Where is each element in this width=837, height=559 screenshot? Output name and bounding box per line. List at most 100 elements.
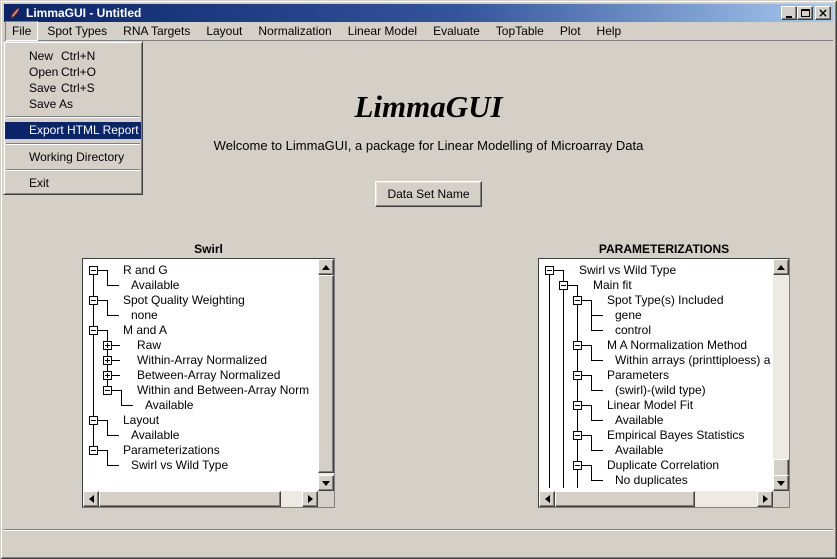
tree-node[interactable]: gene	[542, 308, 773, 323]
minus-icon	[561, 285, 566, 286]
tree-node[interactable]: control	[542, 323, 773, 338]
tree-line	[591, 480, 603, 481]
menubar-item-plot[interactable]: Plot	[553, 21, 588, 41]
scrollbar-thumb[interactable]	[555, 491, 695, 507]
tree-node[interactable]: none	[86, 308, 318, 323]
tree-expand-box[interactable]	[89, 326, 98, 335]
tree-expand-box[interactable]	[89, 446, 98, 455]
menubar-item-evaluate[interactable]: Evaluate	[426, 21, 487, 41]
scroll-right-button[interactable]	[757, 491, 773, 507]
tree-line	[107, 270, 108, 278]
tree-node[interactable]: Within-Array Normalized	[86, 353, 318, 368]
menu-item-working-directory[interactable]: Working Directory	[4, 149, 142, 165]
tree-node[interactable]: Swirl vs Wild Type	[86, 458, 318, 473]
menubar-item-rna-targets[interactable]: RNA Targets	[116, 21, 197, 41]
menubar-item-spot-types[interactable]: Spot Types	[40, 21, 114, 41]
tree-expand-box[interactable]	[559, 281, 568, 290]
tree-node[interactable]: Between-Array Normalized	[86, 368, 318, 383]
scrollbar-track[interactable]	[773, 275, 789, 475]
menubar-item-help[interactable]: Help	[590, 21, 629, 41]
scroll-up-button[interactable]	[773, 259, 789, 275]
menubar-item-file[interactable]: File	[5, 21, 38, 41]
tree-expand-box[interactable]	[573, 461, 582, 470]
tree-node[interactable]: Raw	[86, 338, 318, 353]
tree-line	[107, 300, 108, 308]
tree-expand-box[interactable]	[573, 296, 582, 305]
menu-item-save-as[interactable]: Save As	[4, 96, 142, 112]
scrollbar-thumb[interactable]	[318, 275, 334, 473]
close-button[interactable]: ×	[815, 6, 831, 20]
scroll-left-button[interactable]	[83, 491, 99, 507]
tree-expand-box[interactable]	[573, 401, 582, 410]
scroll-down-button[interactable]	[773, 475, 789, 491]
menu-item-save[interactable]: SaveCtrl+S	[4, 80, 142, 96]
tree-node[interactable]: Layout	[86, 413, 318, 428]
tree-node-label: Available	[131, 279, 179, 292]
menubar-item-linear-model[interactable]: Linear Model	[341, 21, 424, 41]
menu-item-exit[interactable]: Exit	[4, 175, 142, 191]
scroll-down-button[interactable]	[318, 475, 334, 491]
tree-node[interactable]: Parameterizations	[86, 443, 318, 458]
menubar-item-layout[interactable]: Layout	[199, 21, 249, 41]
tree-expand-box[interactable]	[89, 296, 98, 305]
scrollbar-corner	[773, 491, 789, 507]
tree-node[interactable]: Available	[542, 413, 773, 428]
tree-line	[549, 278, 550, 293]
tree-expand-box[interactable]	[573, 371, 582, 380]
tree-expand-box[interactable]	[103, 371, 112, 380]
tree-expand-box[interactable]	[103, 386, 112, 395]
minimize-button[interactable]	[781, 6, 797, 20]
tree-expand-box[interactable]	[103, 356, 112, 365]
menu-item-label: Export HTML Report	[29, 122, 139, 139]
tree-expand-box[interactable]	[89, 266, 98, 275]
tree-line	[577, 308, 578, 323]
scroll-up-button[interactable]	[318, 259, 334, 275]
tree-node[interactable]: Linear Model Fit	[542, 398, 773, 413]
treeview[interactable]: R and GAvailableSpot Quality Weightingno…	[83, 259, 318, 491]
maximize-button[interactable]	[797, 6, 813, 20]
tree-node[interactable]: Duplicate Correlation	[542, 458, 773, 473]
tree-node[interactable]: Available	[86, 428, 318, 443]
minimize-icon	[786, 16, 792, 18]
scrollbar-thumb[interactable]	[99, 491, 281, 507]
tree-node[interactable]: Within arrays (printtiploess) a	[542, 353, 773, 368]
scrollbar-track[interactable]	[318, 275, 334, 475]
menu-item-new[interactable]: NewCtrl+N	[4, 48, 142, 64]
tree-node[interactable]: Empirical Bayes Statistics	[542, 428, 773, 443]
tree-expand-box[interactable]	[573, 341, 582, 350]
scrollbar-track[interactable]	[99, 491, 302, 507]
tree-line	[549, 293, 550, 308]
tree-expand-box[interactable]	[103, 341, 112, 350]
tree-node[interactable]: Available	[542, 443, 773, 458]
tree-node[interactable]: Main fit	[542, 278, 773, 293]
tree-expand-box[interactable]	[89, 416, 98, 425]
tree-node[interactable]: Parameters	[542, 368, 773, 383]
scroll-left-button[interactable]	[539, 491, 555, 507]
tree-node-label: Main fit	[593, 279, 632, 292]
tree-node[interactable]: Within and Between-Array Norm	[86, 383, 318, 398]
tree-node[interactable]: R and G	[86, 263, 318, 278]
menu-item-open[interactable]: OpenCtrl+O	[4, 64, 142, 80]
tree-node[interactable]: No duplicates	[542, 473, 773, 488]
data-set-name-button[interactable]: Data Set Name	[375, 181, 481, 207]
scrollbar-track[interactable]	[555, 491, 757, 507]
scroll-right-button[interactable]	[302, 491, 318, 507]
menubar-item-normalization[interactable]: Normalization	[251, 21, 338, 41]
tree-node-label: No duplicates	[615, 474, 688, 487]
tree-node-label: Within arrays (printtiploess) a	[615, 354, 770, 367]
tree-expand-box[interactable]	[573, 431, 582, 440]
tree-line	[107, 330, 108, 338]
tree-node[interactable]: Spot Quality Weighting	[86, 293, 318, 308]
tree-node[interactable]: Available	[86, 398, 318, 413]
tree-node[interactable]: Spot Type(s) Included	[542, 293, 773, 308]
tree-node[interactable]: M and A	[86, 323, 318, 338]
tree-node[interactable]: (swirl)-(wild type)	[542, 383, 773, 398]
tree-node[interactable]: M A Normalization Method	[542, 338, 773, 353]
menubar-item-toptable[interactable]: TopTable	[489, 21, 551, 41]
tree-node[interactable]: Swirl vs Wild Type	[542, 263, 773, 278]
treeview[interactable]: Swirl vs Wild TypeMain fitSpot Type(s) I…	[539, 259, 773, 491]
tree-node[interactable]: Available	[86, 278, 318, 293]
menu-item-export-html-report[interactable]: Export HTML Report	[5, 122, 141, 139]
tree-expand-box[interactable]	[545, 266, 554, 275]
titlebar[interactable]: LimmaGUI - Untitled ×	[4, 4, 833, 22]
